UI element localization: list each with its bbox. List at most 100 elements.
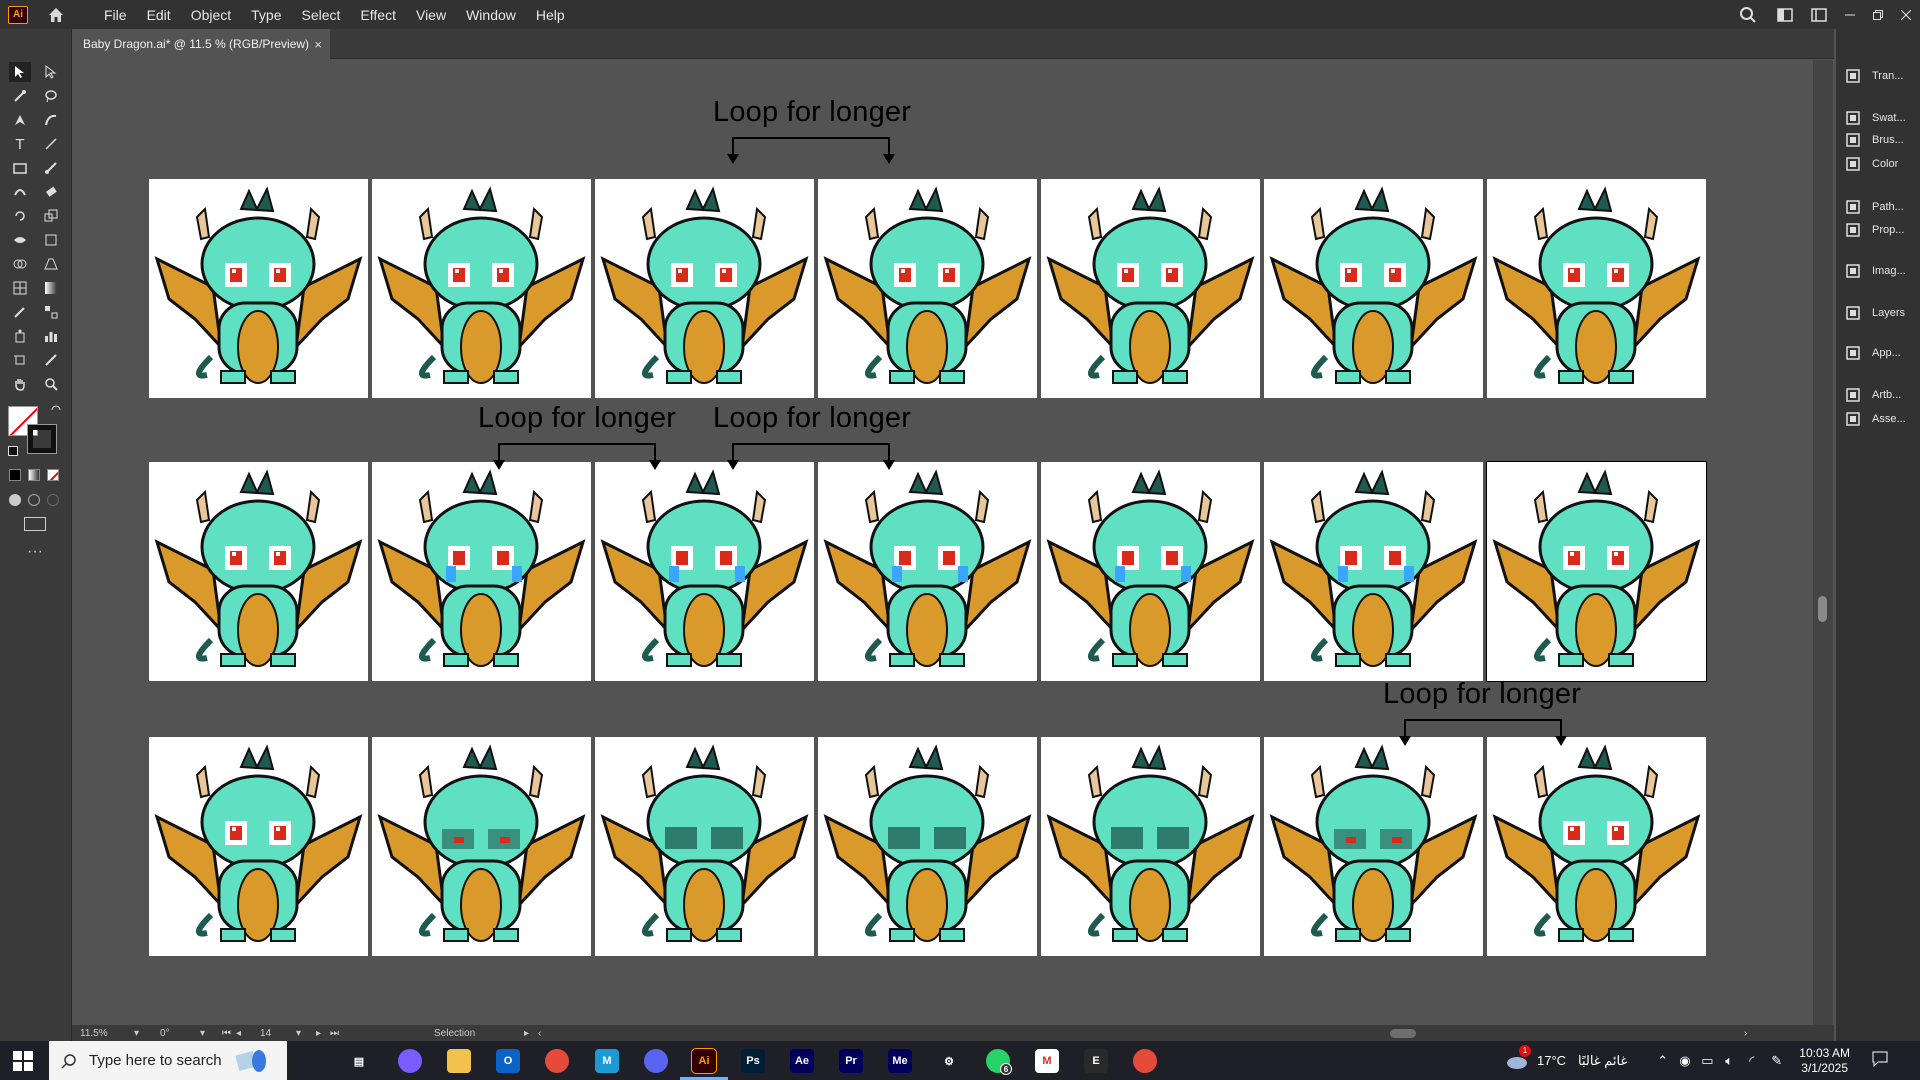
panel-item-transform[interactable]: Tran... bbox=[1844, 65, 1903, 87]
stroke-swatch[interactable] bbox=[27, 424, 57, 454]
artboard-frame-r2-c7[interactable] bbox=[1486, 461, 1707, 682]
artboard-tool-icon[interactable] bbox=[9, 350, 31, 370]
last-artboard-icon[interactable]: ⏭ bbox=[330, 1028, 344, 1039]
curvature-tool-icon[interactable] bbox=[40, 110, 62, 130]
pen-ink-icon[interactable]: ✎ bbox=[1771, 1053, 1789, 1069]
file-explorer-icon[interactable] bbox=[447, 1049, 471, 1073]
artboard-number[interactable]: 14 bbox=[260, 1028, 296, 1039]
horizontal-scroll-right-icon[interactable]: › bbox=[1744, 1028, 1758, 1039]
artboard-frame-r3-c6[interactable] bbox=[1264, 737, 1483, 956]
type-tool-icon[interactable]: T bbox=[9, 134, 31, 154]
menu-help[interactable]: Help bbox=[526, 7, 575, 23]
artboard-frame-r1-c4[interactable] bbox=[818, 179, 1037, 398]
minimize-icon[interactable] bbox=[1836, 5, 1864, 25]
workspace-switcher-icon[interactable] bbox=[1802, 7, 1836, 22]
hand-tool-icon[interactable] bbox=[9, 374, 31, 394]
menu-object[interactable]: Object bbox=[181, 7, 241, 23]
close-tab-icon[interactable]: × bbox=[314, 37, 322, 52]
rotate-tool-icon[interactable] bbox=[9, 206, 31, 226]
symbol-sprayer-tool-icon[interactable] bbox=[9, 326, 31, 346]
menu-effect[interactable]: Effect bbox=[350, 7, 406, 23]
clock[interactable]: 10:03 AM 3/1/2025 bbox=[1799, 1046, 1850, 1076]
menu-view[interactable]: View bbox=[406, 7, 456, 23]
swap-fill-stroke-icon[interactable] bbox=[50, 403, 62, 415]
battery-icon[interactable]: ▭ bbox=[1701, 1053, 1719, 1069]
close-icon[interactable] bbox=[1892, 9, 1920, 20]
weather-icon[interactable]: 1 bbox=[1505, 1044, 1531, 1071]
whatsapp-icon[interactable]: 6 bbox=[986, 1049, 1012, 1075]
screen-mode-icon[interactable] bbox=[24, 517, 46, 531]
menu-window[interactable]: Window bbox=[456, 7, 526, 23]
next-artboard-icon[interactable]: ▸ bbox=[316, 1028, 330, 1039]
notification-icon[interactable] bbox=[1872, 1051, 1890, 1070]
artboard-frame-r3-c7[interactable] bbox=[1487, 737, 1706, 956]
panel-item-properties[interactable]: Prop... bbox=[1844, 219, 1904, 241]
artboard-frame-r3-c5[interactable] bbox=[1041, 737, 1260, 956]
menu-select[interactable]: Select bbox=[292, 7, 351, 23]
artboard-frame-r1-c2[interactable] bbox=[372, 179, 591, 398]
loop-annotation-label[interactable]: Loop for longer bbox=[1383, 678, 1581, 711]
color-mode-icon[interactable] bbox=[9, 469, 21, 481]
gradient-mode-icon[interactable] bbox=[28, 469, 40, 481]
menu-edit[interactable]: Edit bbox=[137, 7, 181, 23]
loop-annotation-label[interactable]: Loop for longer bbox=[713, 402, 911, 435]
panel-item-appearance[interactable]: App... bbox=[1844, 342, 1901, 364]
zoom-dropdown-icon[interactable]: ▾ bbox=[134, 1028, 148, 1039]
arrange-documents-icon[interactable] bbox=[1768, 7, 1802, 22]
first-artboard-icon[interactable]: ⏮ bbox=[222, 1028, 236, 1039]
rotation-dropdown-icon[interactable]: ▾ bbox=[200, 1028, 214, 1039]
pen-tool-icon[interactable] bbox=[9, 110, 31, 130]
discord-icon[interactable] bbox=[644, 1049, 668, 1073]
draw-behind-icon[interactable] bbox=[28, 494, 40, 506]
none-mode-icon[interactable] bbox=[47, 469, 59, 481]
outlook-icon[interactable]: O bbox=[496, 1049, 520, 1073]
media-encoder-icon[interactable]: Me bbox=[888, 1049, 912, 1073]
panel-item-pathfinder[interactable]: Path... bbox=[1844, 196, 1904, 218]
premiere-icon[interactable]: Pr bbox=[839, 1049, 863, 1073]
artboard-frame-r1-c3[interactable] bbox=[595, 179, 814, 398]
epic-games-icon[interactable]: E bbox=[1084, 1049, 1108, 1073]
taskbar-search[interactable]: Type here to search bbox=[49, 1041, 287, 1080]
perspective-grid-tool-icon[interactable] bbox=[40, 254, 62, 274]
weather-temperature[interactable]: 17°C bbox=[1537, 1053, 1566, 1068]
gradient-tool-icon[interactable] bbox=[40, 278, 62, 298]
panel-item-asset-export[interactable]: Asse... bbox=[1844, 408, 1906, 430]
selection-tool-icon[interactable] bbox=[9, 62, 31, 82]
horizontal-scrollbar[interactable] bbox=[554, 1027, 1744, 1039]
rotation-value[interactable]: 0° bbox=[160, 1028, 200, 1039]
artboard-frame-r1-c1[interactable] bbox=[149, 179, 368, 398]
shape-builder-tool-icon[interactable] bbox=[9, 254, 31, 274]
panel-item-color[interactable]: Color bbox=[1844, 153, 1898, 175]
artboard-frame-r1-c6[interactable] bbox=[1264, 179, 1483, 398]
menu-type[interactable]: Type bbox=[241, 7, 291, 23]
width-tool-icon[interactable] bbox=[9, 230, 31, 250]
task-view-icon[interactable]: ▤ bbox=[347, 1049, 371, 1073]
after-effects-icon[interactable]: Ae bbox=[790, 1049, 814, 1073]
volume-icon[interactable]: 🔈︎ bbox=[1725, 1053, 1743, 1069]
weather-description[interactable]: غائم غالبًا bbox=[1578, 1053, 1627, 1069]
artboard-dropdown-icon[interactable]: ▾ bbox=[296, 1028, 310, 1039]
artboard-frame-r2-c3[interactable] bbox=[595, 462, 814, 681]
zoom-tool-icon[interactable] bbox=[40, 374, 62, 394]
slice-tool-icon[interactable] bbox=[40, 350, 62, 370]
draw-inside-icon[interactable] bbox=[47, 494, 59, 506]
menu-file[interactable]: File bbox=[94, 7, 137, 23]
artboard-canvas[interactable]: Loop for longer Loop for longer Loop for… bbox=[75, 60, 1832, 1025]
free-transform-tool-icon[interactable] bbox=[40, 230, 62, 250]
direct-selection-tool-icon[interactable] bbox=[40, 62, 62, 82]
artboard-frame-r3-c1[interactable] bbox=[149, 737, 368, 956]
shaper-tool-icon[interactable] bbox=[9, 182, 31, 202]
copilot-icon[interactable] bbox=[398, 1049, 422, 1073]
artboard-frame-r3-c3[interactable] bbox=[595, 737, 814, 956]
panel-item-swatches[interactable]: Swat... bbox=[1844, 107, 1906, 129]
magic-wand-tool-icon[interactable] bbox=[9, 86, 31, 106]
horizontal-scroll-thumb[interactable] bbox=[1390, 1029, 1416, 1038]
draw-mode-icon[interactable] bbox=[9, 494, 21, 506]
artboard-frame-r2-c2[interactable] bbox=[372, 462, 591, 681]
loop-annotation-label[interactable]: Loop for longer bbox=[713, 96, 911, 129]
scroll-thumb[interactable] bbox=[1818, 596, 1827, 622]
artboard-frame-r3-c2[interactable] bbox=[372, 737, 591, 956]
document-tab[interactable]: Baby Dragon.ai* @ 11.5 % (RGB/Preview) × bbox=[72, 29, 330, 59]
show-hidden-icons-icon[interactable]: ⌃ bbox=[1657, 1053, 1673, 1069]
search-icon[interactable] bbox=[1728, 6, 1768, 24]
